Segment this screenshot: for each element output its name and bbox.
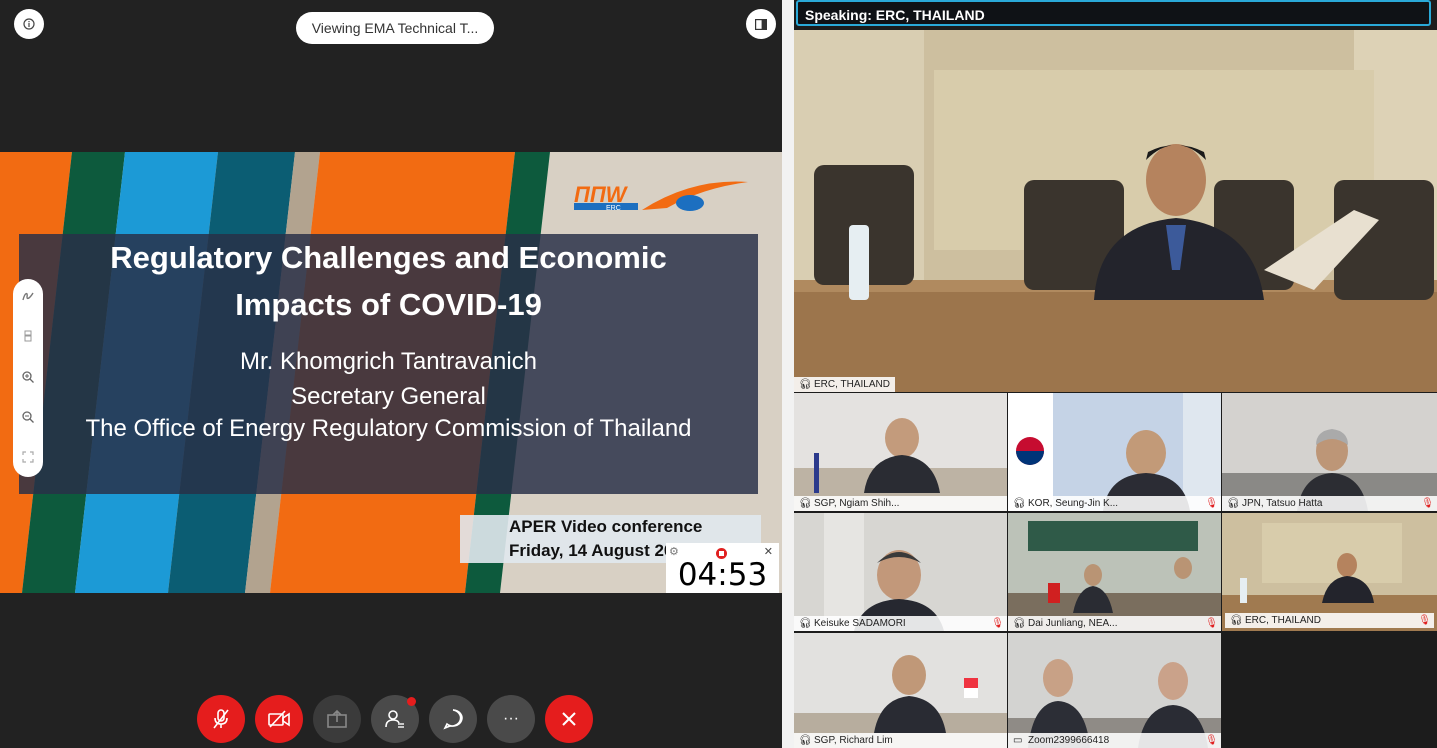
- speaking-label: Speaking:: [805, 7, 872, 23]
- video-pane: Speaking: ERC, THAILAND 🎧︎ ERC, THAILAND: [794, 0, 1437, 748]
- participant-video: [1008, 393, 1221, 511]
- microphone-off-icon: 🎙︎: [1205, 735, 1218, 746]
- microphone-off-icon: 🎙︎: [991, 618, 1004, 629]
- participant-name-tag: ▭ Zoom2399666418 🎙︎: [1008, 733, 1221, 748]
- headphones-icon: 🎧︎: [799, 618, 812, 629]
- participant-video: [1008, 633, 1221, 748]
- participant-tile[interactable]: 🎧︎ Dai Junliang, NEA... 🎙︎: [1008, 513, 1221, 631]
- participant-video: [1222, 393, 1437, 511]
- more-icon: ···: [503, 710, 519, 727]
- participant-name: Zoom2399666418: [1028, 735, 1110, 746]
- tv-icon: ▭: [1013, 735, 1023, 746]
- participant-name: SGP, Richard Lim: [814, 735, 893, 746]
- participant-tile[interactable]: 🎧︎ SGP, Ngiam Shih...: [794, 393, 1007, 511]
- headphones-icon: 🎧︎: [799, 379, 812, 390]
- headphones-icon: 🎧︎: [1013, 618, 1026, 629]
- participant-video: [794, 513, 1007, 631]
- shared-slide: ППW ERC Regulatory Challenges and Econom…: [0, 152, 782, 593]
- close-icon: [562, 712, 576, 726]
- zoom-in-icon[interactable]: [13, 370, 43, 387]
- fit-screen-icon[interactable]: [13, 450, 43, 467]
- conference-line2: Friday, 14 August 2020: [509, 541, 693, 560]
- participant-name: JPN, Tatsuo Hatta: [1242, 498, 1323, 509]
- split-view-icon[interactable]: [746, 9, 776, 39]
- participant-name: Dai Junliang, NEA...: [1028, 618, 1118, 629]
- timer-value: 04:53: [677, 557, 768, 593]
- logo-text: ERC: [606, 205, 621, 212]
- headphones-icon: 🎧︎: [1013, 498, 1026, 509]
- presenter-name: Mr. Khomgrich Tantravanich: [239, 348, 538, 375]
- chat-icon: [443, 709, 463, 730]
- mute-button[interactable]: [197, 695, 245, 743]
- speaking-name: ERC, THAILAND: [875, 7, 985, 23]
- main-video-name-tag: 🎧︎ ERC, THAILAND: [794, 377, 895, 392]
- presenter-role: Secretary General: [291, 383, 486, 410]
- speaker-video-frame: [794, 30, 1437, 392]
- participant-name-tag: 🎧︎ SGP, Richard Lim: [794, 733, 1007, 748]
- main-speaker-video[interactable]: 🎧︎ ERC, THAILAND: [794, 30, 1437, 392]
- main-video-name: ERC, THAILAND: [814, 379, 890, 390]
- slide-title-line1: Regulatory Challenges and Economic: [110, 240, 667, 275]
- camera-off-icon: [268, 710, 290, 728]
- participant-name: SGP, Ngiam Shih...: [814, 498, 900, 509]
- share-button[interactable]: [313, 695, 361, 743]
- participant-name-tag: 🎧︎ JPN, Tatsuo Hatta 🎙︎: [1222, 496, 1437, 511]
- participant-tile[interactable]: 🎧︎ SGP, Richard Lim: [794, 633, 1007, 748]
- headphones-icon: 🎧︎: [799, 735, 812, 746]
- headphones-icon: 🎧︎: [1230, 615, 1243, 626]
- erc-logo: ППW ERC: [572, 180, 752, 221]
- participants-notification-badge: [407, 697, 416, 706]
- participant-tile[interactable]: 🎧︎ JPN, Tatsuo Hatta 🎙︎: [1222, 393, 1437, 511]
- participant-tile[interactable]: 🎧︎ Keisuke SADAMORI 🎙︎: [794, 513, 1007, 631]
- annotation-toolbar: [13, 279, 43, 477]
- info-icon[interactable]: [14, 9, 44, 39]
- participant-video: [794, 393, 1007, 511]
- participant-name-tag: 🎧︎ ERC, THAILAND 🎙︎: [1225, 613, 1434, 628]
- eraser-icon[interactable]: [13, 329, 43, 346]
- recording-timer: ⚙ ✕ 04:53: [666, 543, 779, 593]
- headphones-icon: 🎧︎: [1227, 498, 1240, 509]
- zoom-out-icon[interactable]: [13, 410, 43, 427]
- participant-name-tag: 🎧︎ Keisuke SADAMORI 🎙︎: [794, 616, 1007, 631]
- microphone-off-icon: 🎙︎: [1421, 498, 1434, 509]
- video-button[interactable]: [255, 695, 303, 743]
- conference-line1: APER Video conference: [509, 517, 703, 536]
- pen-icon[interactable]: [13, 289, 43, 306]
- microphone-off-icon: 🎙︎: [1205, 618, 1218, 629]
- slide-title: Regulatory Challenges and Economic Impac…: [19, 234, 758, 328]
- participant-name: Keisuke SADAMORI: [814, 618, 906, 629]
- participant-name: KOR, Seung-Jin K...: [1028, 498, 1119, 509]
- headphones-icon: 🎧︎: [799, 498, 812, 509]
- participant-video: [1008, 513, 1221, 631]
- microphone-off-icon: [213, 709, 229, 729]
- presentation-pane: Viewing EMA Technical T... ППW ERC Regul…: [0, 0, 782, 748]
- participant-tile-active[interactable]: 🎧︎ ERC, THAILAND 🎙︎: [1222, 513, 1437, 631]
- more-button[interactable]: ···: [487, 695, 535, 743]
- pane-divider[interactable]: [782, 0, 794, 748]
- participant-tile[interactable]: ▭ Zoom2399666418 🎙︎: [1008, 633, 1221, 748]
- leave-button[interactable]: [545, 695, 593, 743]
- participant-video: [794, 633, 1007, 748]
- speaking-indicator: Speaking: ERC, THAILAND: [796, 0, 1431, 26]
- participant-name-tag: 🎧︎ SGP, Ngiam Shih...: [794, 496, 1007, 511]
- participants-icon: [385, 710, 404, 728]
- participant-name-tag: 🎧︎ Dai Junliang, NEA... 🎙︎: [1008, 616, 1221, 631]
- microphone-off-icon: 🎙︎: [1205, 498, 1218, 509]
- presenter-org: The Office of Energy Regulatory Commissi…: [85, 415, 692, 442]
- participant-name-tag: 🎧︎ KOR, Seung-Jin K... 🎙︎: [1008, 496, 1221, 511]
- chat-button[interactable]: [429, 695, 477, 743]
- participant-tile[interactable]: 🎧︎ KOR, Seung-Jin K... 🎙︎: [1008, 393, 1221, 511]
- share-icon: [327, 709, 347, 728]
- slide-title-line2: Impacts of COVID-19: [235, 287, 542, 322]
- microphone-off-icon: 🎙︎: [1418, 615, 1431, 626]
- participant-name: ERC, THAILAND: [1245, 615, 1321, 626]
- viewing-share-label[interactable]: Viewing EMA Technical T...: [296, 12, 494, 44]
